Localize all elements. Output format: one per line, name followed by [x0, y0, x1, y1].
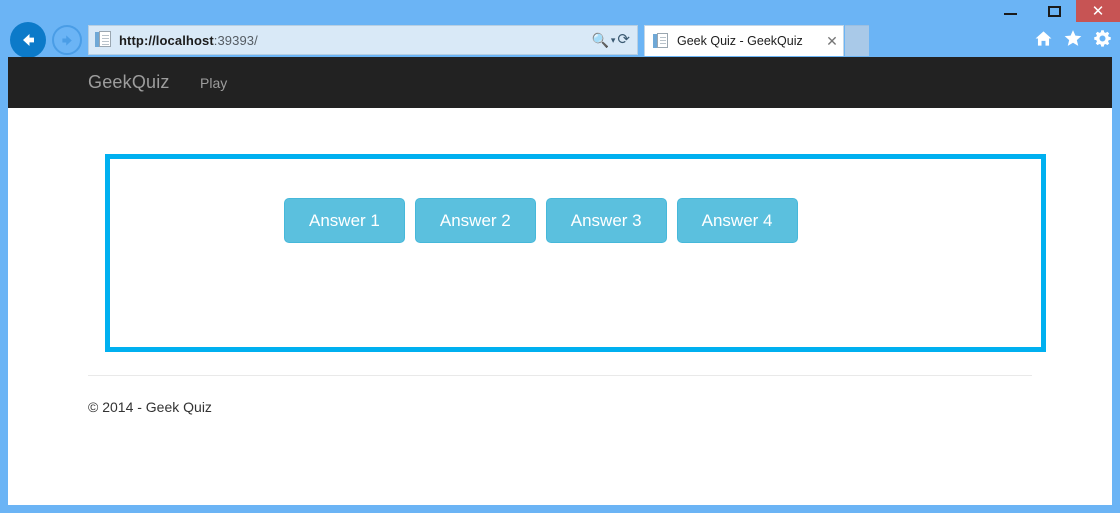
answer-button-4[interactable]: Answer 4 — [676, 198, 798, 243]
minimize-button[interactable] — [988, 0, 1032, 22]
address-host: http://localhost — [119, 32, 214, 48]
refresh-icon[interactable]: ⟳ — [617, 32, 630, 47]
nav-item-play[interactable]: Play — [200, 72, 227, 94]
new-tab-button[interactable] — [845, 25, 869, 56]
answers-row: Answer 1 Answer 2 Answer 3 Answer 4 — [284, 198, 798, 243]
settings-gear-icon[interactable] — [1093, 29, 1112, 48]
footer-divider — [88, 375, 1032, 376]
page-document-icon — [95, 31, 111, 49]
tab-close-icon[interactable]: ✕ — [821, 34, 843, 48]
browser-nav-row: http://localhost:39393/ 🔍 ▾ ⟳ — [0, 22, 1120, 58]
forward-arrow-icon — [61, 34, 72, 46]
site-navbar: GeekQuiz Play — [8, 57, 1112, 108]
back-arrow-icon — [23, 34, 34, 46]
maximize-button[interactable] — [1032, 0, 1076, 22]
close-window-button[interactable]: ✕ — [1076, 0, 1120, 22]
maximize-icon — [1047, 5, 1061, 17]
answer-button-3[interactable]: Answer 3 — [545, 198, 667, 243]
minimize-icon — [1003, 13, 1017, 15]
title-bar: ✕ — [0, 0, 1120, 22]
page-viewport: GeekQuiz Play Answer 1 Answer 2 Answer 3… — [8, 57, 1112, 505]
browser-toolbar — [1034, 28, 1112, 48]
favorites-star-icon[interactable] — [1063, 28, 1083, 48]
forward-button[interactable] — [52, 25, 82, 55]
address-text: http://localhost:39393/ — [119, 33, 258, 48]
close-icon: ✕ — [1091, 2, 1105, 20]
back-button[interactable] — [10, 22, 46, 58]
answer-button-2[interactable]: Answer 2 — [414, 198, 536, 243]
tab-title: Geek Quiz - GeekQuiz — [677, 34, 803, 48]
chevron-down-icon[interactable]: ▾ — [611, 33, 616, 47]
browser-link-bar — [8, 442, 1112, 505]
browser-tab[interactable]: Geek Quiz - GeekQuiz ✕ — [644, 25, 844, 56]
address-bar-tools: 🔍 ▾ ⟳ — [591, 32, 637, 47]
home-icon[interactable] — [1034, 29, 1053, 48]
tab-favicon-icon — [653, 33, 669, 49]
browser-window: ✕ http://localhost:39393/ 🔍 ▾ ⟳ Geek Qui… — [0, 0, 1120, 513]
address-port-path: :39393/ — [213, 32, 258, 48]
site-brand[interactable]: GeekQuiz — [88, 69, 170, 95]
search-icon[interactable]: 🔍 — [591, 33, 608, 47]
answer-button-1[interactable]: Answer 1 — [284, 198, 405, 243]
address-bar[interactable]: http://localhost:39393/ 🔍 ▾ ⟳ — [88, 25, 638, 55]
footer-copyright: © 2014 - Geek Quiz — [88, 399, 212, 415]
answers-panel: Answer 1 Answer 2 Answer 3 Answer 4 — [105, 154, 1046, 352]
